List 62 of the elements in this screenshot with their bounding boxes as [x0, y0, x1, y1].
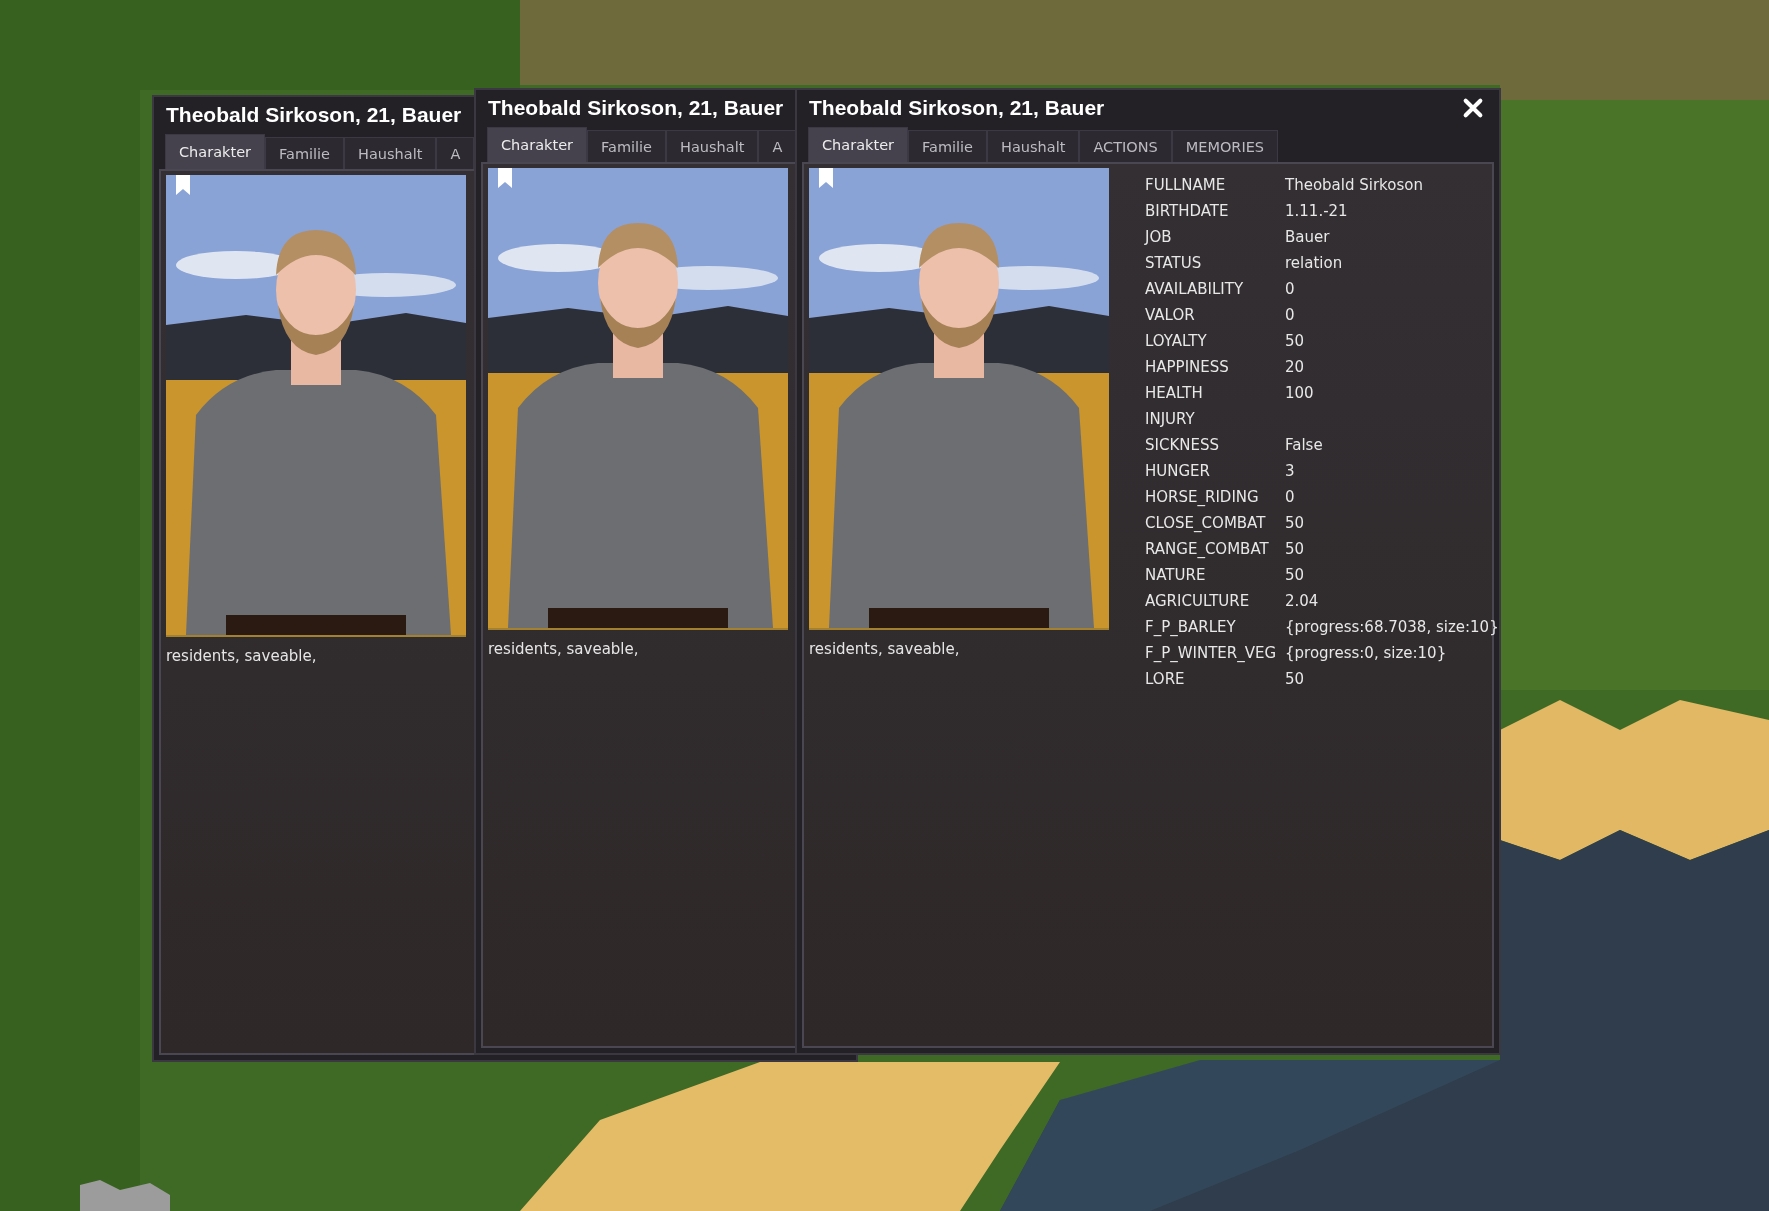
stat-label: HAPPINESS	[1145, 358, 1230, 376]
stat-value: 0	[1285, 306, 1296, 324]
bookmark-icon[interactable]	[819, 168, 833, 188]
tab[interactable]: A	[758, 130, 797, 162]
stat-value: {progress:68.7038, size:10}	[1285, 618, 1499, 636]
stat-value: 50	[1285, 540, 1306, 558]
stat-value: Theobald Sirkoson	[1285, 176, 1424, 194]
stat-label: HEALTH	[1145, 384, 1204, 402]
tab[interactable]: Haushalt	[344, 137, 437, 169]
stat-label: SICKNESS	[1145, 436, 1220, 454]
stat-label: VALOR	[1145, 306, 1196, 324]
close-button[interactable]	[1461, 96, 1485, 120]
stat-value: 2.04	[1285, 592, 1320, 610]
stat-label: HORSE_RIDING	[1145, 488, 1260, 506]
stat-value: 1.11.-21	[1285, 202, 1349, 220]
stat-value: Bauer	[1285, 228, 1331, 246]
stat-label: LORE	[1145, 670, 1186, 688]
window-title: Theobald Sirkoson, 21, Bauer	[809, 96, 1105, 120]
stat-value: 100	[1285, 384, 1315, 402]
tab[interactable]: Familie	[908, 130, 988, 162]
tags-text: residents, saveable,	[166, 647, 318, 665]
stat-label: LOYALTY	[1145, 332, 1208, 350]
bookmark-icon[interactable]	[176, 175, 190, 195]
stat-label: AGRICULTURE	[1145, 592, 1251, 610]
tags-text: residents, saveable,	[488, 640, 640, 658]
stat-label: CLOSE_COMBAT	[1145, 514, 1267, 532]
bookmark-icon[interactable]	[498, 168, 512, 188]
stat-label: AVAILABILITY	[1145, 280, 1245, 298]
stat-label: RANGE_COMBAT	[1145, 540, 1270, 558]
stat-label: BIRTHDATE	[1145, 202, 1230, 220]
stat-value: 50	[1285, 332, 1306, 350]
stat-label: HUNGER	[1145, 462, 1211, 480]
window-title: Theobald Sirkoson, 21, Bauer	[166, 103, 462, 127]
window-title: Theobald Sirkoson, 21, Bauer	[488, 96, 784, 120]
stat-value: 0	[1285, 280, 1296, 298]
tab[interactable]: Charakter	[487, 127, 587, 162]
stat-label: INJURY	[1145, 410, 1196, 428]
stat-value: {progress:0, size:10}	[1285, 644, 1448, 662]
stat-value: 3	[1285, 462, 1296, 480]
tab[interactable]: ACTIONS	[1079, 130, 1172, 162]
stat-label: NATURE	[1145, 566, 1207, 584]
tab[interactable]: MEMORIES	[1171, 130, 1279, 162]
stat-value: 0	[1285, 488, 1296, 506]
tab[interactable]: Charakter	[808, 127, 908, 162]
tab[interactable]: Haushalt	[666, 130, 759, 162]
tab[interactable]: Familie	[265, 137, 345, 169]
stat-value: relation	[1285, 254, 1344, 272]
stat-label: F_P_BARLEY	[1145, 618, 1237, 636]
stat-value: 20	[1285, 358, 1306, 376]
stat-label: F_P_WINTER_VEG	[1145, 644, 1278, 662]
stat-label: FULLNAME	[1145, 176, 1227, 194]
stat-value: 50	[1285, 670, 1306, 688]
stat-label: STATUS	[1145, 254, 1203, 272]
tab[interactable]: Haushalt	[987, 130, 1080, 162]
stat-label: JOB	[1145, 228, 1173, 246]
tags-text: residents, saveable,	[809, 640, 961, 658]
stat-value: 50	[1285, 514, 1306, 532]
tab[interactable]: Familie	[587, 130, 667, 162]
stat-value: False	[1285, 436, 1324, 454]
tab[interactable]: A	[436, 137, 475, 169]
stat-value: 50	[1285, 566, 1306, 584]
tab[interactable]: Charakter	[165, 134, 265, 169]
